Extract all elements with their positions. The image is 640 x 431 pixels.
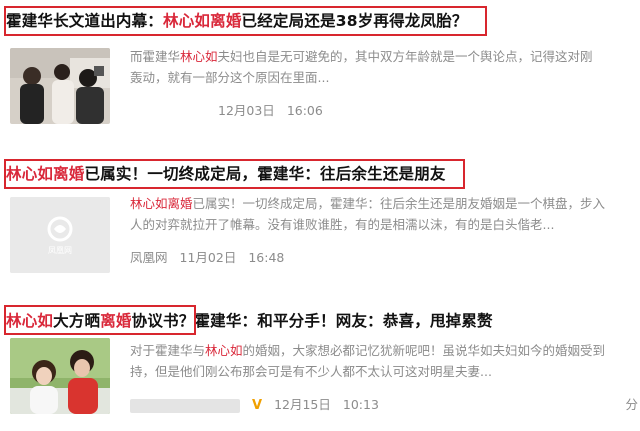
result-date: 12月03日 [218,103,275,118]
title-text: 霍建华长文道出内幕： [6,12,164,30]
snippet-line: 持，但是他们刚公布那会可是有不少人都不太认可这对明星夫妻... [130,364,492,379]
title-text: 协议书？ [131,312,195,330]
title-keyword: 林心如离婚 [163,12,242,30]
result-thumbnail[interactable] [10,338,110,414]
result-title-link[interactable]: 霍建华长文道出内幕：林心如离婚已经定局还是38岁再得龙凤胎？ [6,8,468,34]
result-meta: 12月03日 16:06 [218,100,335,119]
snippet-keyword: 林心如离婚 [130,196,193,211]
result-date: 11月02日 [179,250,237,265]
truncated-text: 分 [625,397,638,412]
verified-badge-icon: V [252,398,263,413]
result-date: 12月15日 [274,397,331,412]
title-keyword: 林心如离婚 [6,165,85,183]
title-text: 霍建华：和平分手！网友：恭喜，甩掉累赘 [194,312,493,330]
result-snippet: 林心如离婚已属实！一切终成定局，霍建华：往后余生还是朋友婚姻是一个棋盘，步入 人… [130,193,635,235]
result-thumbnail[interactable] [10,48,110,124]
result-source-blurred[interactable] [130,398,240,413]
snippet-text: 而霍建华 [130,49,181,64]
snippet-text: 的婚姻，大家想必都记忆犹新呢吧！虽说华如夫妇如今的婚姻受到 [242,343,606,358]
snippet-line: 人的对弈就拉开了帷幕。没有谁败谁胜，有的是相濡以沫，有的是白头偕老... [130,217,555,232]
snippet-text: 对于霍建华与 [130,343,206,358]
title-text: 已属实！一切终成定局，霍建华：往后余生还是朋友 [84,165,446,183]
result-title-link[interactable]: 林心如大方晒离婚协议书？霍建华：和平分手！网友：恭喜，甩掉累赘 [6,308,493,334]
result-snippet: 而霍建华林心如夫妇也自是无可避免的，其中双方年龄就是一个舆论点，记得这对刚 轰动… [130,46,635,88]
snippet-text: 已属实！一切终成定局，霍建华：往后余生还是朋友婚姻是一个棋盘，步入 [192,196,606,211]
result-meta: V 12月15日 10:13 [130,394,391,413]
result-thumbnail[interactable]: 凤凰网 [10,197,110,273]
title-text: 已经定局还是38岁再得龙凤胎？ [241,12,468,30]
result-source[interactable]: 凤凰网 [130,250,168,265]
result-snippet: 对于霍建华与林心如的婚姻，大家想必都记忆犹新呢吧！虽说华如夫妇如今的婚姻受到 持… [130,340,635,382]
thumbnail-watermark: 凤凰网 [48,246,72,255]
result-time: 16:06 [286,103,323,118]
title-text: 大方晒 [53,312,101,330]
result-meta: 凤凰网 11月02日 16:48 [130,247,296,266]
snippet-keyword: 林心如 [180,49,218,64]
result-time: 16:48 [248,250,285,265]
snippet-keyword: 林心如 [205,343,243,358]
snippet-line: 轰动，就有一部分这个原因在里面... [130,70,330,85]
title-keyword: 林心如 [6,312,54,330]
snippet-text: 夫妇也自是无可避免的，其中双方年龄就是一个舆论点，记得这对刚 [217,49,593,64]
title-keyword: 离婚 [100,312,132,330]
result-title-link[interactable]: 林心如离婚已属实！一切终成定局，霍建华：往后余生还是朋友 [6,161,446,187]
result-time: 10:13 [342,397,379,412]
